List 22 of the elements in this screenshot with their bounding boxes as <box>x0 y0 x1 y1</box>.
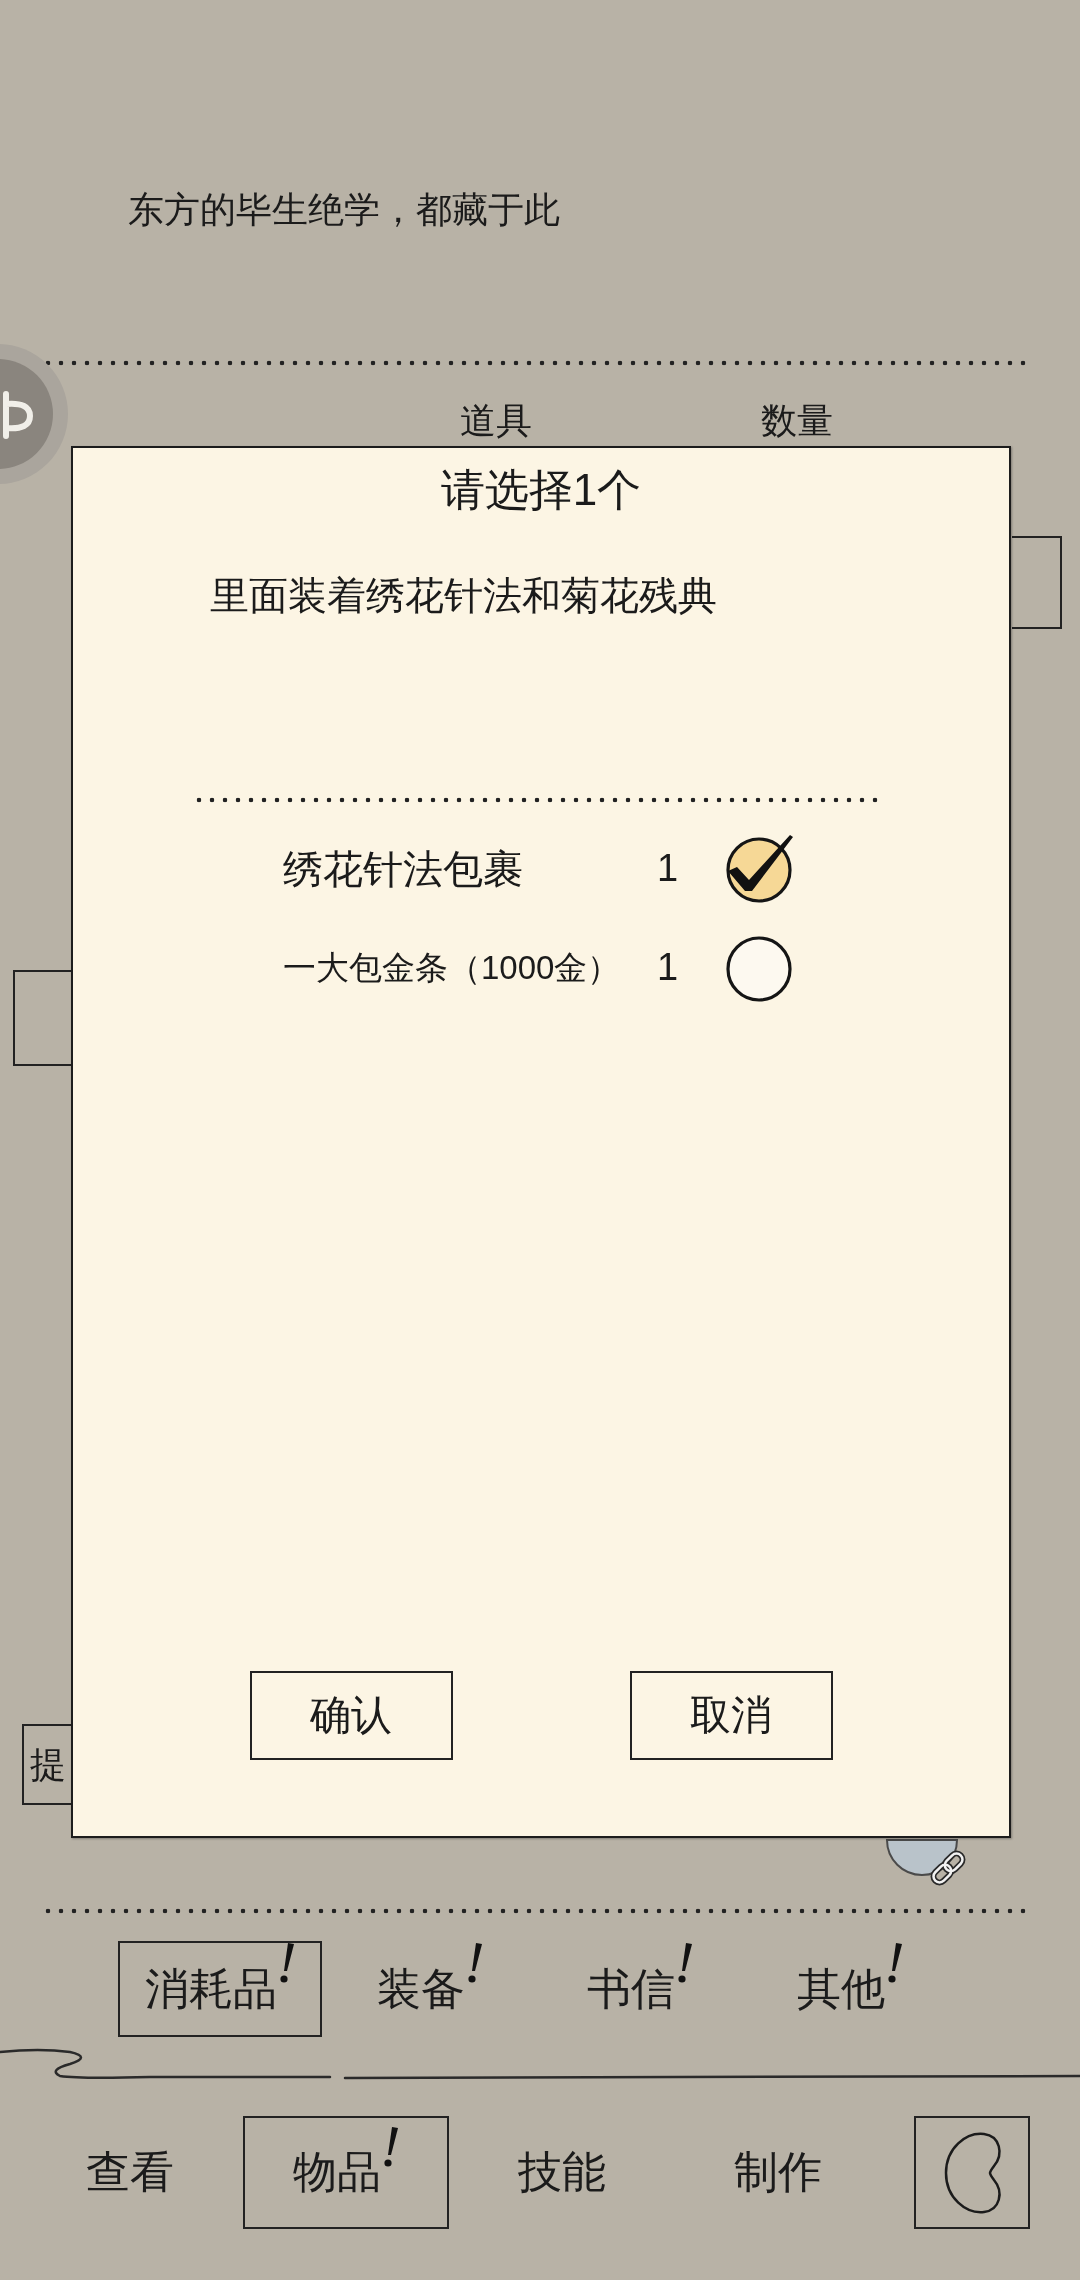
option-count: 1 <box>657 945 679 991</box>
nav-tab[interactable]: 查看 <box>27 2116 233 2229</box>
category-tab[interactable]: 书信 <box>538 1941 742 2037</box>
column-header: 数量 <box>761 400 833 442</box>
column-header: 道具 <box>460 400 532 442</box>
category-tab[interactable]: 其他 <box>748 1941 952 2037</box>
option-count: 1 <box>657 846 679 892</box>
option-name: 一大包金条（1000金） <box>283 948 621 988</box>
subtitle-text: 东方的毕生绝学，都藏于此 <box>128 188 560 232</box>
category-tab[interactable]: 装备 <box>328 1941 532 2037</box>
nav-tab[interactable]: 物品 <box>243 2116 449 2229</box>
dialog-description: 里面装着绣花针法和菊花残典 <box>210 573 717 619</box>
dialog-button[interactable]: 确认 <box>249 1671 453 1760</box>
dialog-title: 请选择1个 <box>440 464 642 516</box>
option-name: 绣花针法包裹 <box>283 846 523 893</box>
heart-button[interactable] <box>914 2116 1030 2229</box>
category-tab[interactable]: 消耗品 <box>118 1941 322 2037</box>
nav-tab[interactable]: 技能 <box>459 2116 665 2229</box>
option-checkbox[interactable] <box>724 933 794 1003</box>
dialog-button[interactable]: 取消 <box>629 1671 833 1760</box>
nav-tab[interactable]: 制作 <box>675 2116 881 2229</box>
option-checkbox[interactable] <box>724 834 794 904</box>
